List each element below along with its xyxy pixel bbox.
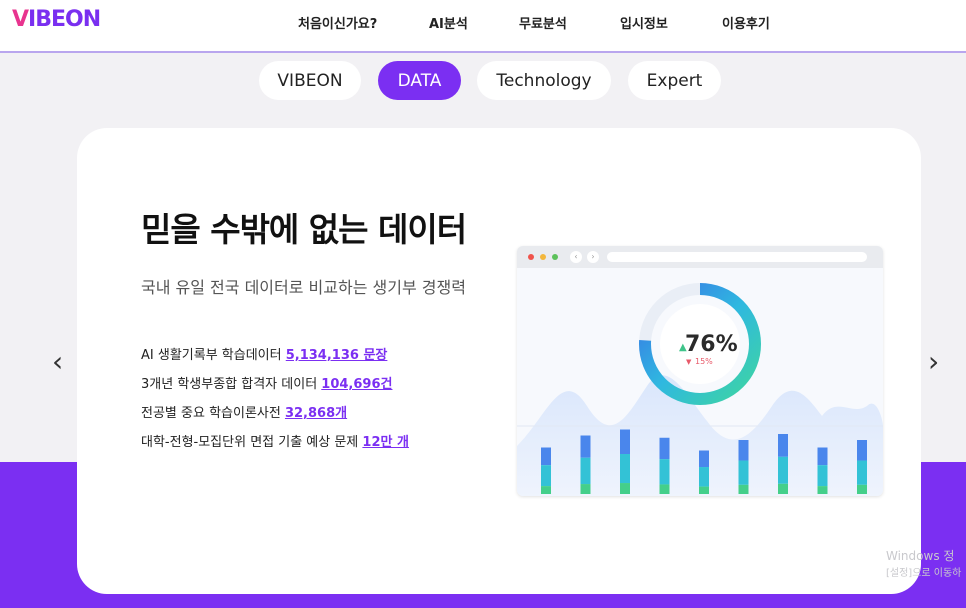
tab-vibeon[interactable]: VIBEON [259, 61, 361, 100]
bar-segment [857, 440, 867, 461]
stat-text: 대학-전형-모집단위 면접 기출 예상 문제 [141, 435, 363, 450]
tab-technology[interactable]: Technology [477, 61, 611, 100]
bar-segment [699, 486, 709, 494]
bar-segment [778, 456, 788, 484]
dashboard-mockup: ‹ › ▲ 76% ▼ 15% [517, 246, 883, 496]
nav-item-reviews[interactable]: 이용후기 [722, 13, 770, 32]
stat-highlight[interactable]: 32,868개 [285, 406, 347, 421]
bar-segment [541, 486, 551, 494]
stat-line: 전공별 중요 학습이론사전 32,868개 [141, 402, 347, 421]
stat-highlight[interactable]: 5,134,136 문장 [286, 348, 388, 363]
top-header: VIBEON 처음이신가요? AI분석 무료분석 입시정보 이용후기 [0, 0, 966, 53]
bar-segment [659, 484, 670, 494]
chevron-right-icon[interactable]: › [928, 345, 939, 378]
bar-segment [817, 486, 828, 494]
bar-segment [541, 447, 551, 466]
nav-item-free-analysis[interactable]: 무료분석 [519, 13, 567, 32]
bar-segment [699, 467, 709, 487]
bar-segment [738, 460, 749, 485]
bar-segment [817, 465, 828, 487]
bar-segment [580, 435, 591, 458]
stat-text: 3개년 학생부종합 합격자 데이터 [141, 377, 322, 392]
bar-segment [620, 483, 630, 494]
card-title: 믿을 수밖에 없는 데이터 [141, 210, 467, 249]
bar-segment [738, 440, 749, 461]
bar-segment [857, 460, 867, 485]
stat-highlight[interactable]: 104,696건 [321, 377, 392, 392]
stat-highlight[interactable]: 12만 개 [362, 435, 409, 450]
stat-text: AI 생활기록부 학습데이터 [141, 348, 286, 363]
stat-line: 대학-전형-모집단위 면접 기출 예상 문제 12만 개 [141, 431, 409, 450]
bar-segment [778, 434, 788, 457]
dashboard-graphic: ▲ 76% ▼ 15% [517, 283, 883, 496]
bar-segment [738, 484, 749, 494]
bar-segment [541, 465, 551, 487]
bar-segment [857, 484, 867, 494]
nav-item-ai-analysis[interactable]: AI분석 [429, 13, 468, 32]
nav-item-first-time[interactable]: 처음이신가요? [298, 13, 377, 32]
bar-segment [580, 457, 591, 485]
gauge-percent-text: 76% [685, 332, 738, 357]
bar-segment [659, 437, 670, 460]
chevron-left-icon[interactable]: ‹ [52, 345, 63, 378]
bar-segment [620, 429, 630, 455]
stat-line: 3개년 학생부종합 합격자 데이터 104,696건 [141, 373, 392, 392]
stat-text: 전공별 중요 학습이론사전 [141, 406, 285, 421]
gauge-down-icon: ▼ [686, 358, 692, 366]
logo-prefix: V [12, 7, 29, 32]
windows-watermark-line1: Windows 정 [886, 549, 955, 563]
vibeon-logo[interactable]: VIBEON [12, 7, 101, 32]
bar-segment [817, 447, 828, 466]
bar-segment [778, 483, 788, 494]
windows-watermark-line2: [설정]으로 이동하 [886, 568, 962, 579]
bar-segment [580, 484, 591, 494]
bar-segment [659, 459, 670, 485]
gauge-sub-text: 15% [695, 357, 713, 366]
nav-item-admission-info[interactable]: 입시정보 [620, 13, 668, 32]
bar-segment [699, 450, 709, 468]
tab-expert[interactable]: Expert [628, 61, 721, 100]
tab-data[interactable]: DATA [378, 61, 461, 100]
card-subtitle: 국내 유일 전국 데이터로 비교하는 생기부 경쟁력 [141, 278, 466, 297]
stat-line: AI 생활기록부 학습데이터 5,134,136 문장 [141, 344, 387, 363]
logo-rest: IBEON [28, 7, 101, 32]
bar-segment [620, 454, 630, 484]
